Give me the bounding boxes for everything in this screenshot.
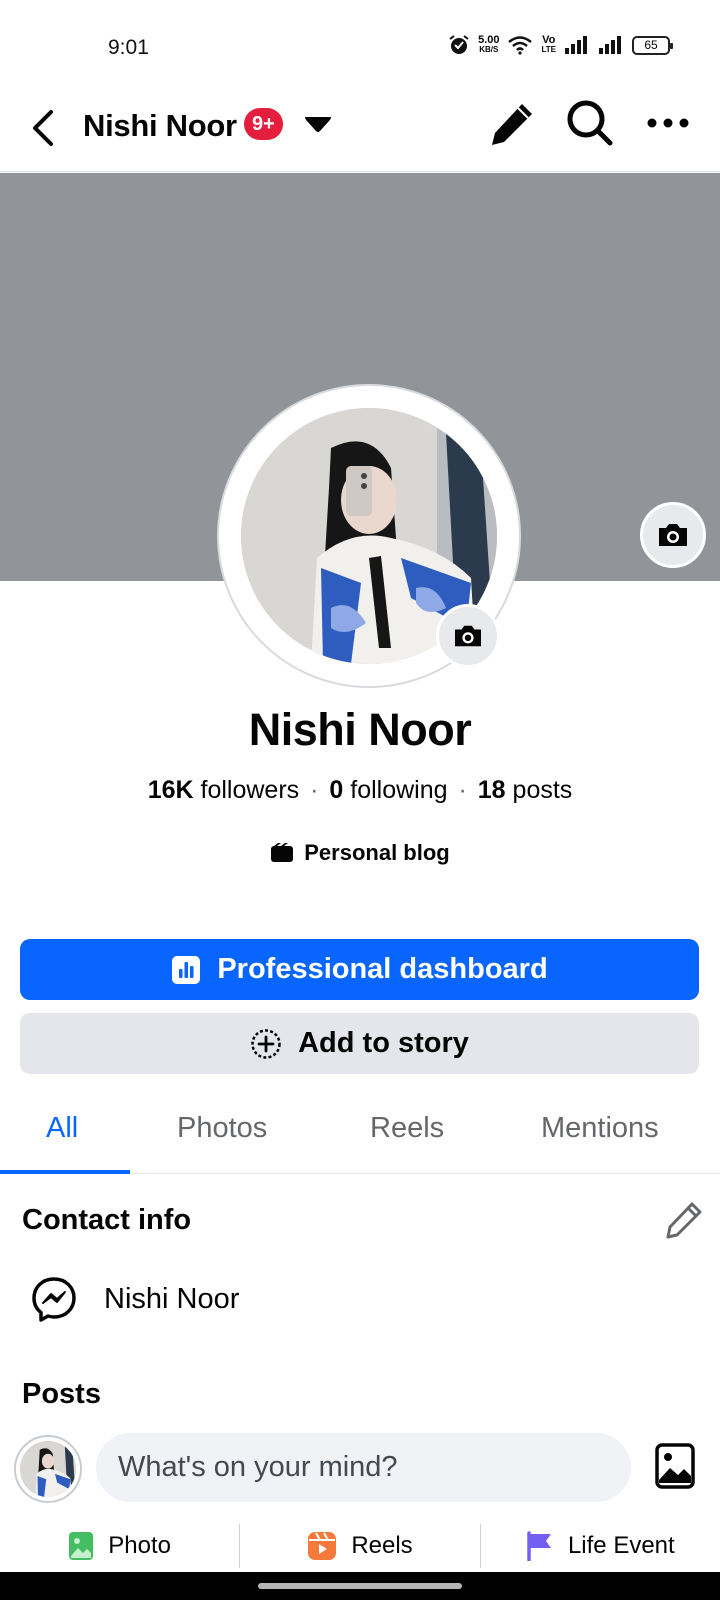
photo-action-label: Photo [108, 1532, 172, 1559]
caret-down-icon [305, 117, 331, 132]
header-title[interactable]: Nishi Noor [83, 108, 237, 144]
status-bar: 9:01 5.00 KB/S Vo LTE 65 [0, 0, 720, 90]
status-time: 9:01 [108, 36, 149, 59]
tab-all[interactable]: All [46, 1112, 78, 1145]
reels-action[interactable]: Reels [240, 1520, 479, 1572]
search-icon [567, 100, 613, 146]
gallery-icon [655, 1443, 695, 1489]
edit-profile-button[interactable] [488, 100, 536, 148]
net-speed-unit: KB/S [479, 45, 499, 54]
pencil-outline-icon [666, 1202, 702, 1239]
life-event-action[interactable]: Life Event [481, 1520, 720, 1572]
edit-profile-picture-button[interactable] [436, 604, 500, 668]
quick-actions-bar: Photo Reels Life Event [0, 1520, 720, 1572]
profile-name: Nishi Noor [248, 704, 472, 755]
battery-indicator: 65 [632, 35, 673, 55]
following-count[interactable]: 0 [329, 776, 343, 804]
reels-icon [308, 1532, 337, 1560]
followers-label[interactable]: followers [201, 776, 300, 804]
add-circle-icon [251, 1028, 281, 1059]
clapperboard-icon [271, 843, 294, 862]
posts-label: posts [512, 776, 573, 804]
messenger-contact[interactable]: Nishi Noor [30, 1275, 239, 1323]
add-to-story-button[interactable]: Add to story [20, 1013, 699, 1074]
stats-separator: · [458, 776, 467, 804]
volte-top: Vo [542, 34, 556, 46]
volte-bottom: LTE [541, 45, 556, 54]
stats-separator: · [310, 776, 319, 804]
messenger-name: Nishi Noor [104, 1282, 240, 1315]
life-event-action-label: Life Event [567, 1532, 675, 1559]
wifi-icon [508, 36, 533, 55]
flag-icon [527, 1531, 551, 1561]
profile-tabs: All Photos Reels Mentions [0, 1096, 720, 1174]
alarm-icon [449, 35, 469, 54]
active-tab-indicator [0, 1170, 130, 1174]
posts-count: 18 [477, 776, 506, 804]
net-speed-value: 5.00 [478, 34, 500, 46]
search-button[interactable] [565, 98, 615, 148]
volte-indicator: Vo LTE [541, 35, 556, 55]
tab-mentions[interactable]: Mentions [541, 1112, 659, 1145]
tab-reels[interactable]: Reels [370, 1112, 444, 1145]
followers-count[interactable]: 16K [148, 776, 194, 804]
camera-icon [455, 625, 481, 647]
profile-header: Nishi Noor 9+ [0, 90, 720, 172]
profile-switcher-button[interactable] [302, 112, 334, 138]
edit-contact-info-button[interactable] [664, 1200, 704, 1240]
profile-photo-thumbnail [20, 1441, 76, 1497]
network-speed: 5.00 KB/S [478, 35, 499, 55]
posts-title: Posts [22, 1378, 101, 1410]
professional-dashboard-label: Professional dashboard [217, 953, 548, 985]
messenger-icon [32, 1277, 76, 1322]
pencil-icon [492, 104, 532, 145]
photo-action[interactable]: Photo [0, 1520, 239, 1572]
composer-avatar[interactable] [14, 1435, 82, 1503]
signal-icon-2 [599, 36, 621, 54]
profile-category: Personal blog [0, 840, 720, 866]
camera-icon [659, 524, 687, 546]
notification-badge[interactable]: 9+ [244, 108, 283, 140]
more-horizontal-icon [647, 118, 689, 128]
add-to-story-label: Add to story [298, 1027, 469, 1059]
status-icons: 5.00 KB/S Vo LTE 65 [448, 34, 673, 56]
more-options-button[interactable] [645, 108, 691, 138]
profile-stats: 16K followers · 0 following · 18 posts [0, 776, 720, 805]
back-button[interactable] [24, 106, 64, 150]
tab-photos[interactable]: Photos [177, 1112, 267, 1145]
photo-icon [69, 1532, 94, 1560]
reels-action-label: Reels [351, 1532, 413, 1559]
contact-info-title: Contact info [22, 1204, 192, 1236]
dashboard-icon [172, 955, 201, 984]
professional-dashboard-button[interactable]: Professional dashboard [20, 939, 699, 1000]
category-label: Personal blog [304, 840, 450, 865]
home-gesture-bar[interactable] [258, 1583, 462, 1589]
add-photo-button[interactable] [654, 1442, 696, 1490]
system-nav-bar [0, 1572, 720, 1600]
signal-icon [565, 36, 587, 54]
chevron-left-icon [33, 110, 53, 146]
edit-cover-button[interactable] [640, 502, 706, 568]
whats-on-your-mind-input[interactable]: What's on your mind? [96, 1433, 631, 1502]
following-label[interactable]: following [350, 776, 447, 804]
